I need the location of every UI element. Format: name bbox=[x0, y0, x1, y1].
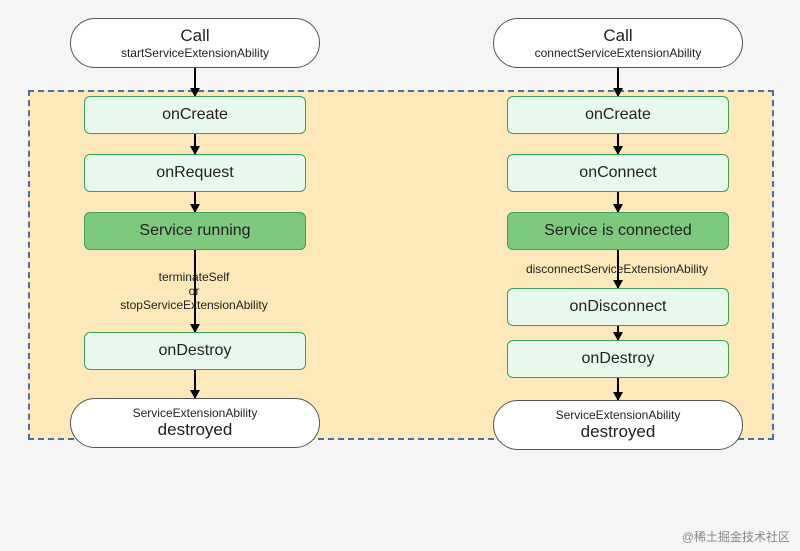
destroyed-title: destroyed bbox=[158, 420, 233, 440]
ondestroy-node: onDestroy bbox=[507, 340, 729, 378]
destroyed-title: destroyed bbox=[581, 422, 656, 442]
terminate-line2: or bbox=[189, 284, 200, 298]
destroyed-sub: ServiceExtensionAbility bbox=[556, 408, 681, 422]
watermark: @稀土掘金技术社区 bbox=[682, 528, 790, 545]
arrow bbox=[617, 134, 619, 154]
call-title: Call bbox=[180, 26, 209, 46]
arrow bbox=[194, 68, 196, 96]
call-subtitle: startServiceExtensionAbility bbox=[121, 46, 269, 60]
oncreate-node: onCreate bbox=[84, 96, 306, 134]
connect-flow-column: Call connectServiceExtensionAbility onCr… bbox=[478, 0, 758, 450]
arrow bbox=[617, 192, 619, 212]
lifecycle-diagram: Call startServiceExtensionAbility onCrea… bbox=[0, 0, 800, 551]
oncreate-node: onCreate bbox=[507, 96, 729, 134]
arrow bbox=[194, 192, 196, 212]
destroyed-node: ServiceExtensionAbility destroyed bbox=[493, 400, 743, 450]
call-connect-node: Call connectServiceExtensionAbility bbox=[493, 18, 743, 68]
disconnect-label: disconnectServiceExtensionAbility bbox=[517, 262, 717, 276]
call-start-node: Call startServiceExtensionAbility bbox=[70, 18, 320, 68]
onconnect-node: onConnect bbox=[507, 154, 729, 192]
arrow bbox=[194, 370, 196, 398]
destroyed-node: ServiceExtensionAbility destroyed bbox=[70, 398, 320, 448]
start-flow-column: Call startServiceExtensionAbility onCrea… bbox=[55, 0, 335, 448]
arrow-terminate: terminateSelf or stopServiceExtensionAbi… bbox=[194, 250, 196, 332]
service-connected-node: Service is connected bbox=[507, 212, 729, 250]
terminate-line1: terminateSelf bbox=[159, 270, 230, 284]
arrow bbox=[617, 68, 619, 96]
arrow bbox=[617, 378, 619, 400]
arrow-disconnect: disconnectServiceExtensionAbility bbox=[617, 250, 619, 288]
destroyed-sub: ServiceExtensionAbility bbox=[133, 406, 258, 420]
terminate-line3: stopServiceExtensionAbility bbox=[120, 298, 267, 312]
ondestroy-node: onDestroy bbox=[84, 332, 306, 370]
arrow bbox=[194, 134, 196, 154]
terminate-label: terminateSelf or stopServiceExtensionAbi… bbox=[84, 270, 304, 312]
arrow bbox=[617, 326, 619, 340]
call-subtitle: connectServiceExtensionAbility bbox=[535, 46, 702, 60]
call-title: Call bbox=[603, 26, 632, 46]
service-running-node: Service running bbox=[84, 212, 306, 250]
ondisconnect-node: onDisconnect bbox=[507, 288, 729, 326]
onrequest-node: onRequest bbox=[84, 154, 306, 192]
